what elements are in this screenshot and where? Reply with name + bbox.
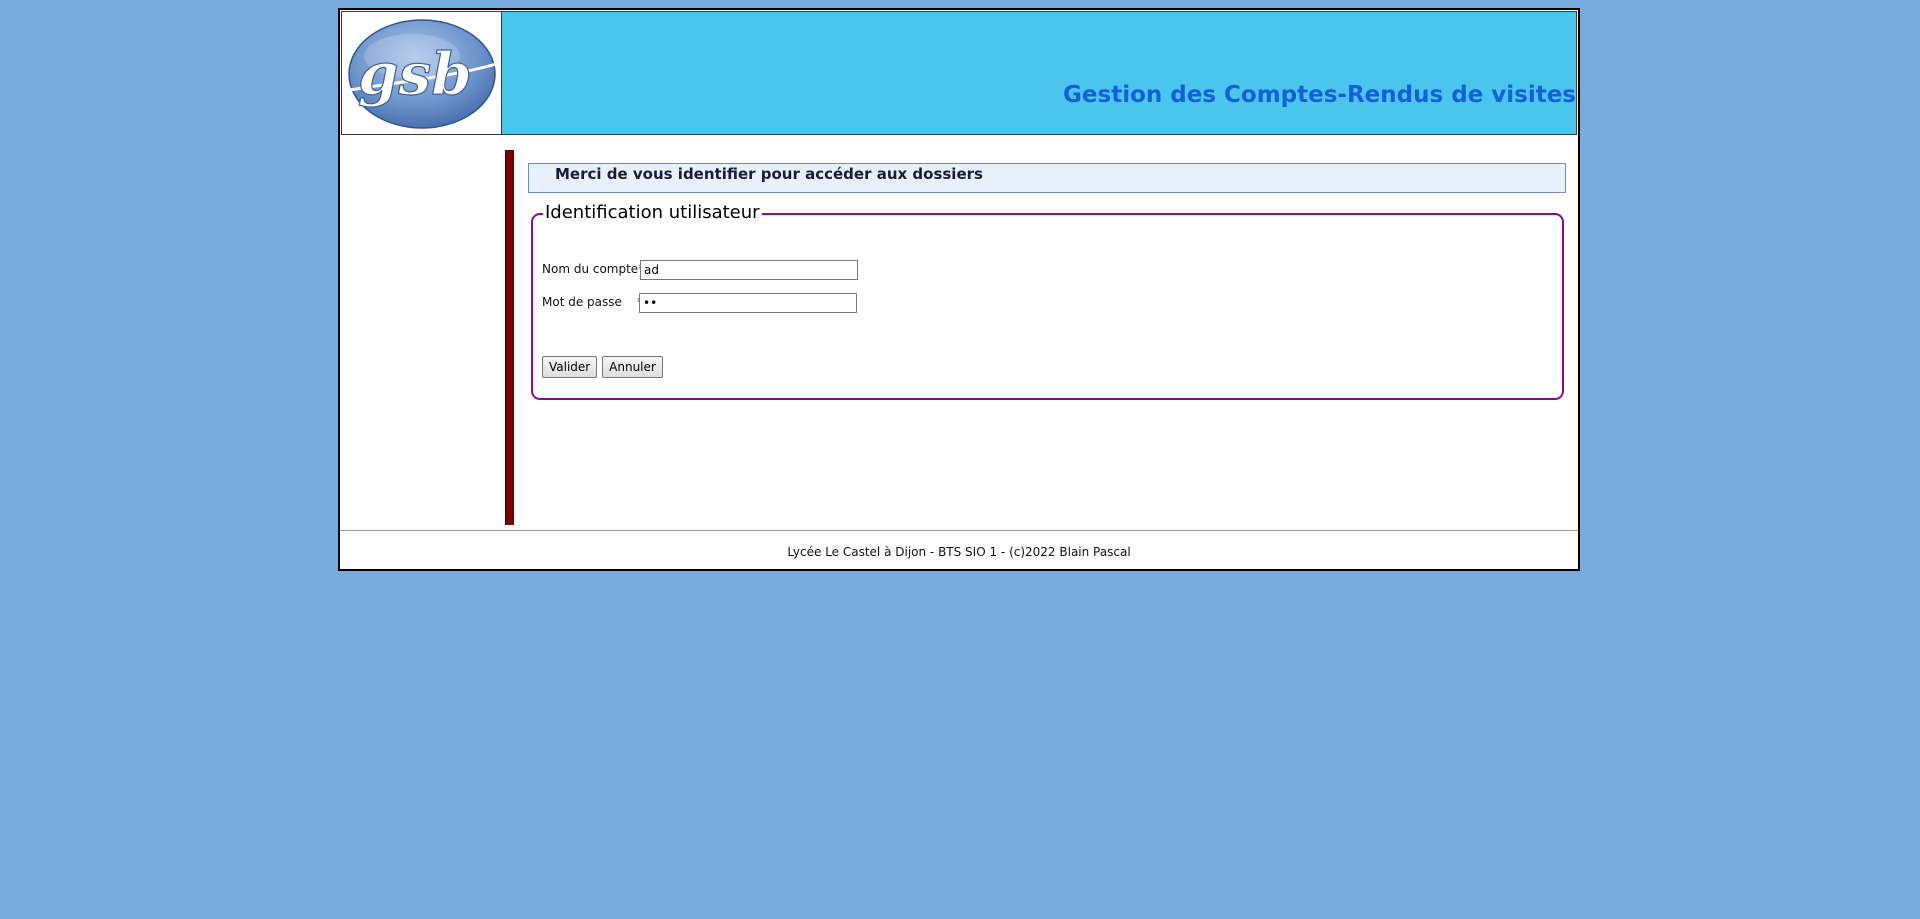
page-title: Gestion des Comptes-Rendus de visites bbox=[1063, 82, 1576, 108]
cancel-button[interactable]: Annuler bbox=[602, 356, 663, 378]
footer-divider bbox=[340, 530, 1578, 531]
login-legend: Identification utilisateur bbox=[543, 202, 762, 223]
footer-text: Lycée Le Castel à Dijon - BTS SIO 1 - (c… bbox=[787, 545, 1131, 559]
sidebar-menu bbox=[340, 150, 505, 525]
validate-button[interactable]: Valider bbox=[542, 356, 597, 378]
info-banner-text: Merci de vous identifier pour accéder au… bbox=[555, 165, 983, 183]
logo-text: gsb bbox=[358, 40, 472, 108]
gsb-logo: gsb bbox=[348, 19, 497, 129]
sidebar-divider bbox=[505, 150, 514, 525]
password-label: Mot de passe * bbox=[542, 295, 644, 309]
login-fieldset: Identification utilisateur Nom du compte… bbox=[531, 203, 1564, 400]
password-input[interactable] bbox=[639, 293, 857, 313]
info-banner: Merci de vous identifier pour accéder au… bbox=[528, 163, 1566, 193]
logo-container: gsb bbox=[342, 12, 502, 134]
account-label: Nom du compte* bbox=[542, 262, 645, 276]
page-header: gsb Gestion des Comptes-Rendus de visite… bbox=[341, 11, 1577, 135]
account-input[interactable] bbox=[640, 260, 858, 280]
page-container: gsb Gestion des Comptes-Rendus de visite… bbox=[338, 8, 1580, 571]
